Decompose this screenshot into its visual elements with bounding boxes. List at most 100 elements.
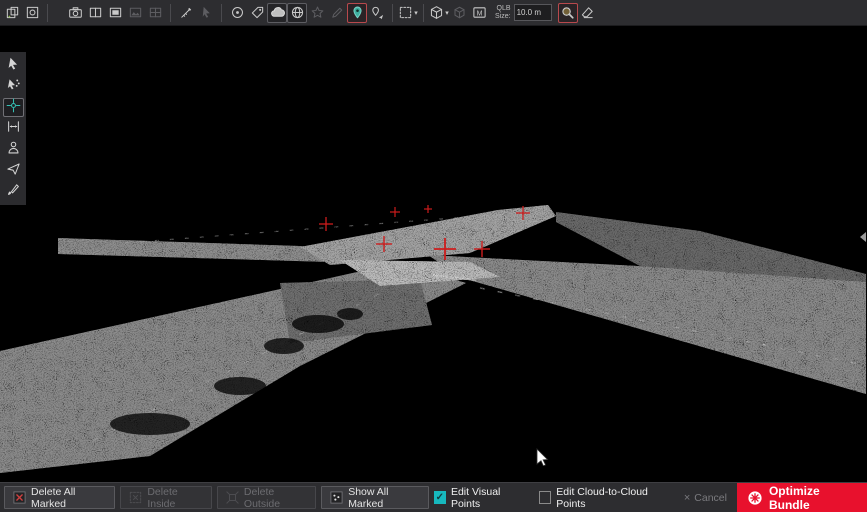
cube-button[interactable]: ▾ bbox=[429, 3, 449, 23]
qlb-size-input[interactable] bbox=[514, 4, 552, 21]
toolbar-separator bbox=[170, 4, 171, 22]
globe-button[interactable] bbox=[287, 3, 307, 23]
point-cloud-canvas[interactable] bbox=[0, 26, 867, 482]
cloud-icon bbox=[270, 5, 285, 20]
navigate-icon bbox=[6, 161, 21, 181]
pin-route-icon bbox=[370, 5, 385, 20]
polygon-icon bbox=[310, 5, 325, 20]
polygon-button[interactable] bbox=[307, 3, 327, 23]
close-icon: × bbox=[684, 492, 690, 504]
dropdown-caret-icon[interactable]: ▾ bbox=[414, 9, 418, 17]
button-label: Delete All Marked bbox=[31, 486, 107, 510]
bottom-buttons-group: Delete All Marked Delete Inside Delete Out… bbox=[4, 486, 434, 509]
image-view-icon bbox=[128, 5, 143, 20]
box-select-button[interactable]: ▾ bbox=[398, 3, 418, 23]
qlb-size-label: QLBSize: bbox=[495, 5, 511, 21]
delete-marked-icon bbox=[12, 490, 27, 505]
checkbox-box[interactable] bbox=[539, 491, 551, 504]
cloud-button[interactable] bbox=[267, 3, 287, 23]
show-marked-icon bbox=[329, 490, 344, 505]
pick-icon bbox=[199, 5, 214, 20]
pick-button[interactable] bbox=[196, 3, 216, 23]
cancel-button[interactable]: × Cancel bbox=[684, 492, 727, 504]
pano-view-icon bbox=[108, 5, 123, 20]
pin-button[interactable] bbox=[347, 3, 367, 23]
svg-text:M: M bbox=[476, 11, 482, 18]
select-arrow-icon bbox=[6, 56, 21, 76]
globe-icon bbox=[290, 5, 305, 20]
tag-icon bbox=[250, 5, 265, 20]
button-label: Show All Marked bbox=[348, 486, 420, 510]
application-window: ▾ ▾ M QLBSize: bbox=[0, 0, 867, 512]
cube2-icon bbox=[452, 5, 467, 20]
import-scans-button[interactable] bbox=[2, 3, 22, 23]
brush-button[interactable] bbox=[3, 182, 24, 201]
brush-icon bbox=[6, 182, 21, 202]
measure-icon bbox=[179, 5, 194, 20]
cancel-label: Cancel bbox=[694, 492, 727, 504]
pano-view-button[interactable] bbox=[105, 3, 125, 23]
select-arrow-button[interactable] bbox=[3, 56, 24, 75]
shadow-patch bbox=[264, 338, 304, 354]
optimize-burst-icon bbox=[747, 490, 763, 506]
select-points-icon bbox=[6, 77, 21, 97]
bottom-bar: Delete All Marked Delete Inside Delete Out… bbox=[0, 482, 867, 512]
person-button[interactable] bbox=[3, 140, 24, 159]
delete-outside-button[interactable]: Delete Outside bbox=[217, 486, 316, 509]
control-point-marker[interactable] bbox=[390, 207, 400, 217]
top-toolbar-items: ▾ ▾ M QLBSize: bbox=[2, 3, 598, 23]
split-view-icon bbox=[88, 5, 103, 20]
camera-m-button[interactable]: M bbox=[469, 3, 489, 23]
shadow-patch bbox=[214, 377, 266, 395]
navigate-button[interactable] bbox=[3, 161, 24, 180]
cube-icon bbox=[429, 5, 444, 20]
delete-outside-icon bbox=[225, 490, 240, 505]
project-settings-button[interactable] bbox=[22, 3, 42, 23]
width-measure-button[interactable] bbox=[3, 119, 24, 138]
viewport-3d[interactable] bbox=[0, 26, 867, 482]
move-marker-icon bbox=[6, 98, 21, 118]
grid-view-button[interactable] bbox=[145, 3, 165, 23]
draw-icon bbox=[330, 5, 345, 20]
delete-inside-button[interactable]: Delete Inside bbox=[120, 486, 212, 509]
tag-button[interactable] bbox=[247, 3, 267, 23]
eraser-button[interactable] bbox=[578, 3, 598, 23]
toolbar-separator bbox=[221, 4, 222, 22]
camera-button[interactable] bbox=[65, 3, 85, 23]
control-point-marker[interactable] bbox=[424, 205, 432, 213]
panel-expander-arrow[interactable] bbox=[860, 232, 866, 242]
optimize-bundle-button[interactable]: Optimize Bundle bbox=[737, 483, 867, 512]
person-icon bbox=[6, 140, 21, 160]
pin-icon bbox=[350, 5, 365, 20]
measure-button[interactable] bbox=[176, 3, 196, 23]
draw-button[interactable] bbox=[327, 3, 347, 23]
move-marker-button[interactable] bbox=[3, 98, 24, 117]
grid-view-icon bbox=[148, 5, 163, 20]
checkbox-box[interactable]: ✓ bbox=[434, 491, 446, 504]
camera-m-icon: M bbox=[472, 5, 487, 20]
pin-route-button[interactable] bbox=[367, 3, 387, 23]
width-measure-icon bbox=[6, 119, 21, 139]
delete-all-marked-button[interactable]: Delete All Marked bbox=[4, 486, 115, 509]
select-points-button[interactable] bbox=[3, 77, 24, 96]
checkbox-label: Edit Cloud-to-Cloud Points bbox=[556, 486, 672, 510]
checkbox-label: Edit Visual Points bbox=[451, 486, 527, 510]
shadow-patch bbox=[337, 308, 363, 320]
button-label: Delete Outside bbox=[244, 486, 308, 510]
record-icon bbox=[230, 5, 245, 20]
cube2-button[interactable] bbox=[449, 3, 469, 23]
edit-visual-points-checkbox[interactable]: ✓ Edit Visual Points bbox=[434, 486, 527, 510]
optimize-label: Optimize Bundle bbox=[769, 484, 857, 512]
magnifier-button[interactable] bbox=[558, 3, 578, 23]
magnifier-icon bbox=[560, 5, 575, 20]
split-view-button[interactable] bbox=[85, 3, 105, 23]
control-point-marker[interactable] bbox=[319, 217, 333, 231]
image-view-button[interactable] bbox=[125, 3, 145, 23]
toolbar-separator bbox=[47, 4, 48, 22]
edit-cloud-to-cloud-checkbox[interactable]: Edit Cloud-to-Cloud Points bbox=[539, 486, 672, 510]
show-all-marked-button[interactable]: Show All Marked bbox=[321, 486, 428, 509]
record-button[interactable] bbox=[227, 3, 247, 23]
bottom-right-group: ✓ Edit Visual Points Edit Cloud-to-Cloud P… bbox=[434, 483, 867, 512]
project-settings-icon bbox=[25, 5, 40, 20]
bottom-checkboxes-group: ✓ Edit Visual Points Edit Cloud-to-Cloud P… bbox=[434, 486, 684, 510]
